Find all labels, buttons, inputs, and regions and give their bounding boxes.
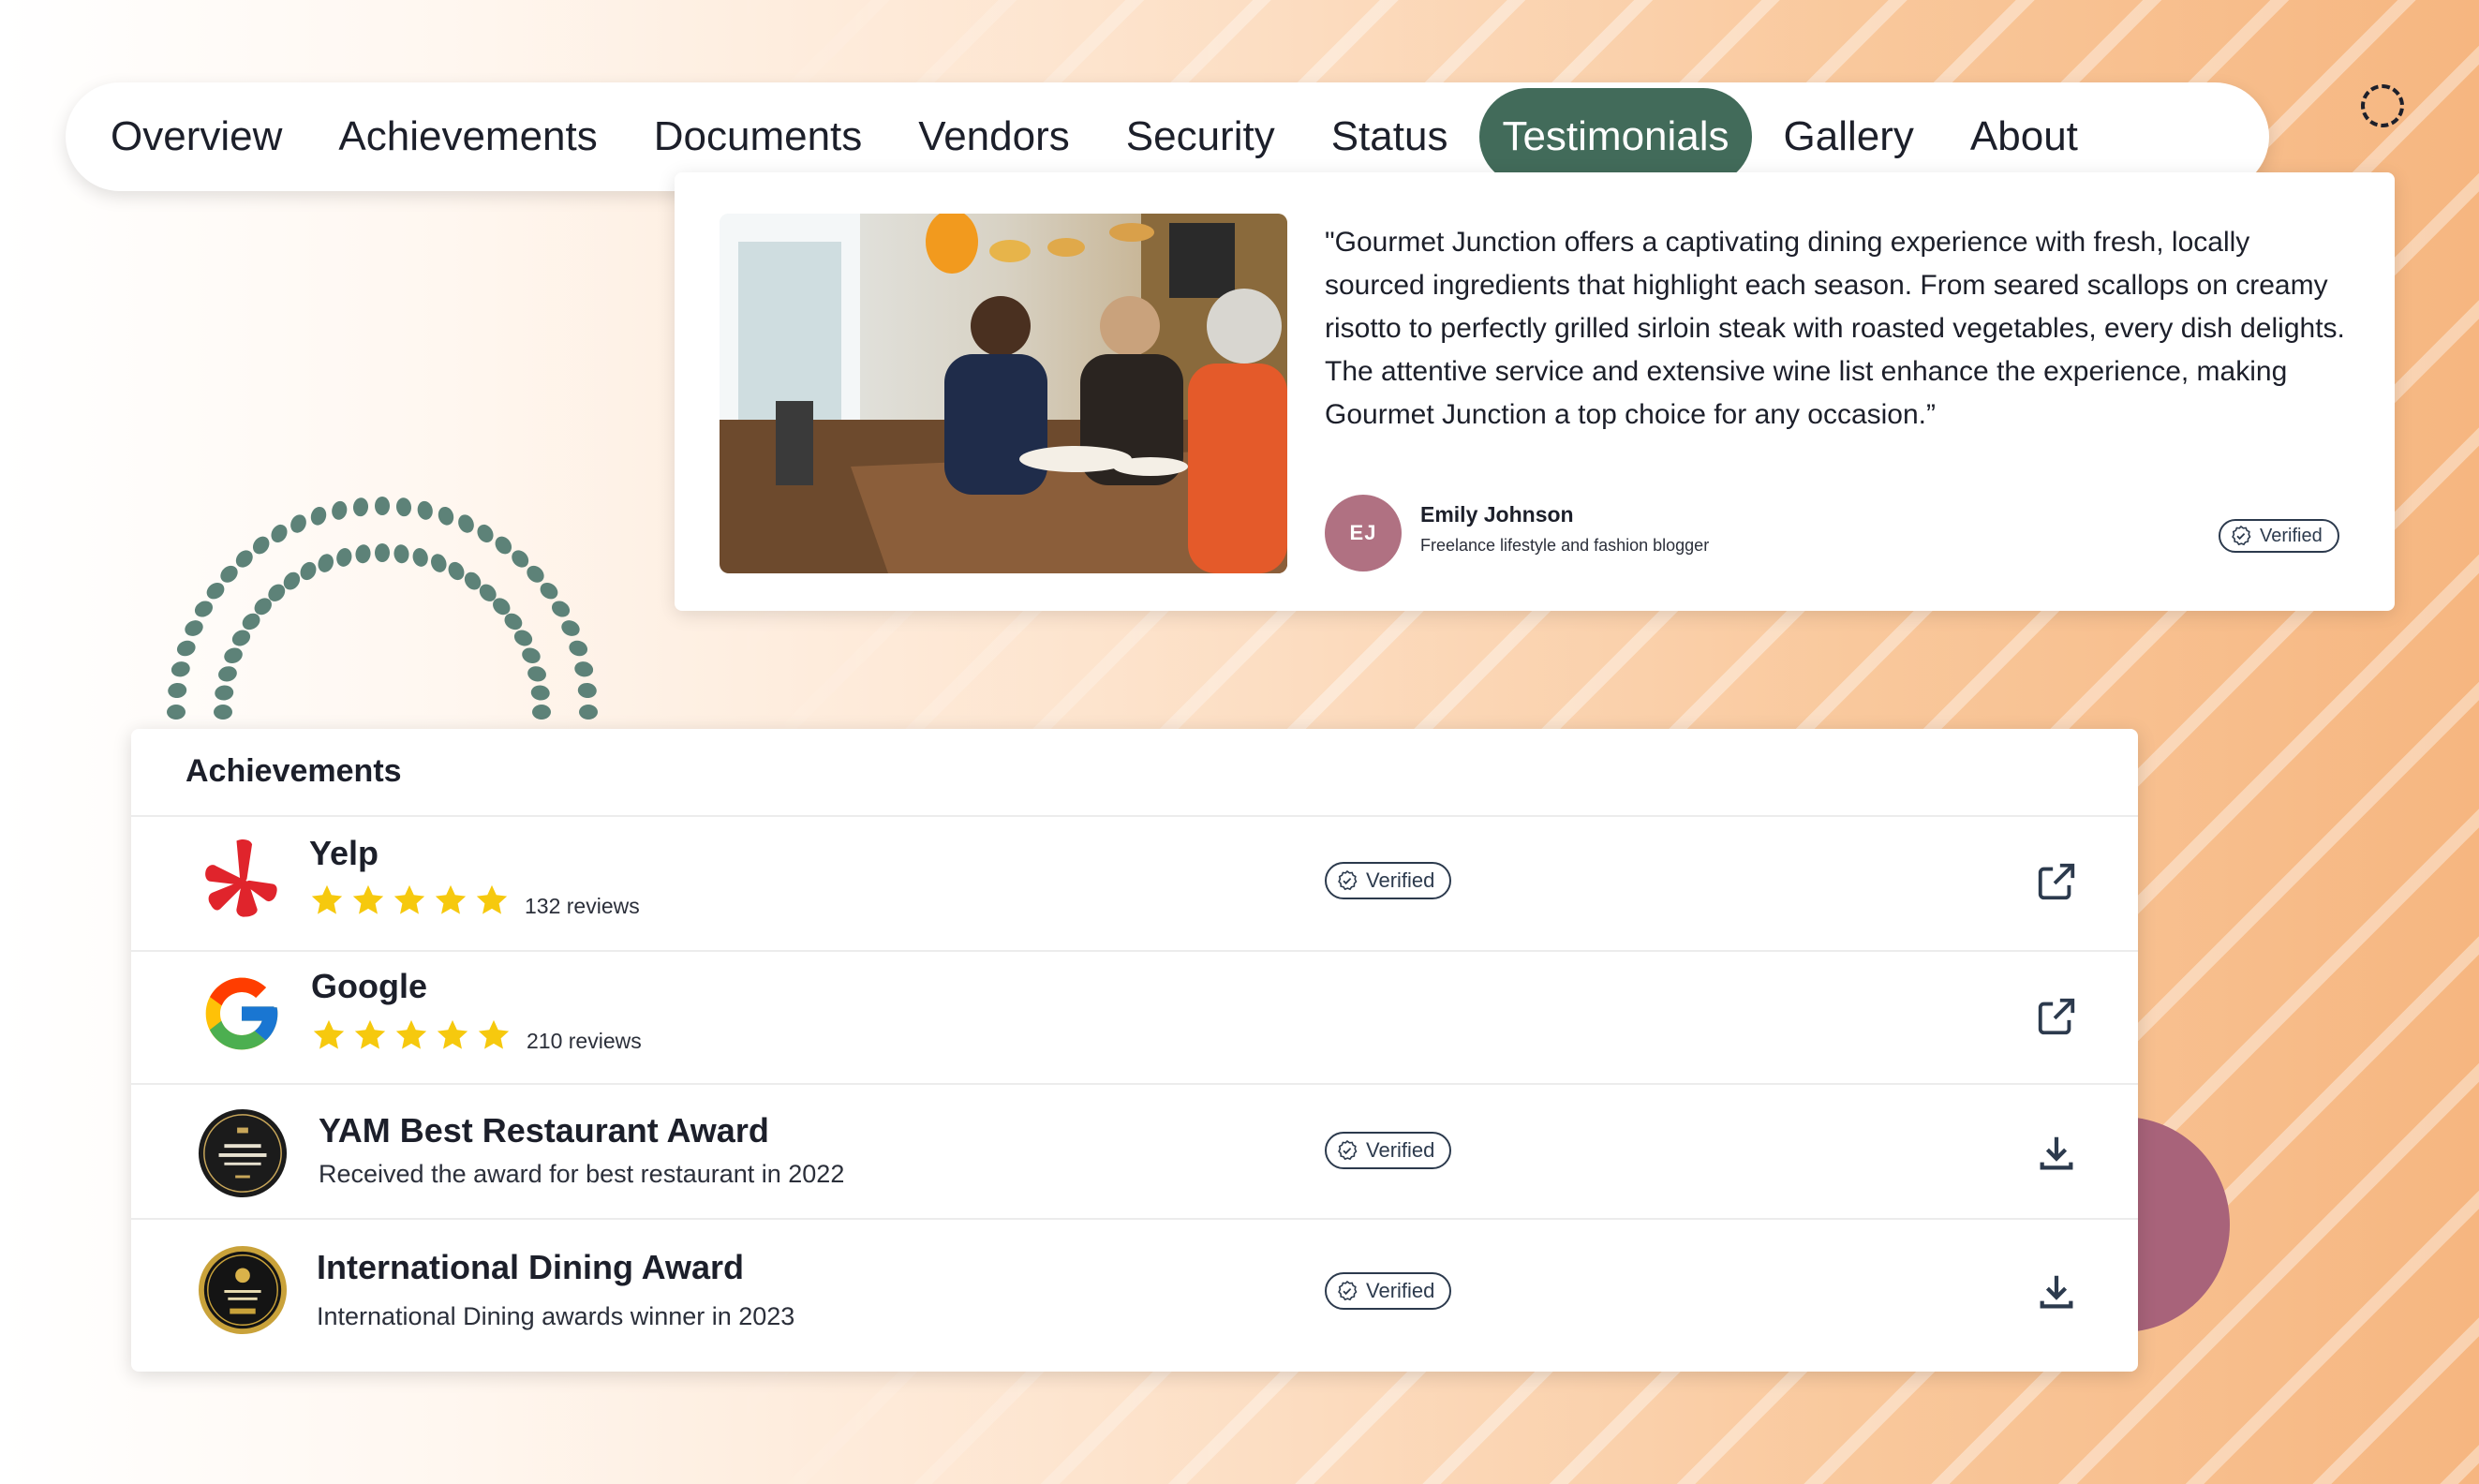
star-icon: [354, 1019, 386, 1049]
external-link-icon[interactable]: [2035, 860, 2078, 903]
tab-achievements[interactable]: Achievements: [314, 88, 621, 186]
verified-check-icon: [1338, 869, 1358, 891]
google-logo: [205, 977, 278, 1050]
star-icon: [476, 884, 508, 914]
decorative-dotted-arc: [167, 497, 598, 720]
achievements-title: Achievements: [186, 753, 402, 789]
star-rating: [311, 1017, 512, 1053]
verified-label: Verified: [1366, 1138, 1435, 1162]
list-item: International Dining Award International…: [131, 1218, 2138, 1373]
achievement-name: Yelp: [309, 834, 379, 872]
tab-overview[interactable]: Overview: [86, 88, 306, 186]
tab-gallery[interactable]: Gallery: [1759, 88, 1938, 186]
loading-spinner-icon: [2361, 84, 2404, 127]
tab-status[interactable]: Status: [1307, 88, 1473, 186]
tab-about[interactable]: About: [1946, 88, 2102, 186]
review-count: 132 reviews: [525, 894, 640, 918]
verified-check-icon: [2232, 525, 2251, 546]
list-item: Yelp 132 reviews Verified: [131, 815, 2138, 952]
star-icon: [313, 1019, 345, 1049]
star-rating: [309, 883, 510, 918]
testimonial-card: "Gourmet Junction offers a captivating d…: [675, 172, 2395, 611]
tab-vendors[interactable]: Vendors: [894, 88, 1093, 186]
achievements-card: Achievements Yelp 132 reviews Verified G…: [131, 729, 2138, 1372]
international-dining-award-badge: [198, 1245, 288, 1335]
testimonial-quote: "Gourmet Junction offers a captivating d…: [1325, 227, 2345, 430]
achievement-name: Google: [311, 967, 427, 1005]
reviewer-role: Freelance lifestyle and fashion blogger: [1420, 536, 1710, 555]
list-item: Google 210 reviews: [131, 950, 2138, 1085]
external-link-icon[interactable]: [2035, 995, 2078, 1038]
verified-badge: Verified: [1325, 862, 1452, 899]
star-icon: [352, 884, 384, 914]
verified-badge: Verified: [1325, 1272, 1452, 1310]
verified-label: Verified: [1366, 868, 1435, 892]
achievement-description: Received the award for best restaurant i…: [319, 1160, 845, 1188]
verified-check-icon: [1338, 1139, 1358, 1161]
list-item: YAM Best Restaurant Award Received the a…: [131, 1083, 2138, 1220]
reviewer-name: Emily Johnson: [1420, 502, 1574, 527]
star-icon: [435, 884, 467, 914]
best-restaurant-award-badge: [198, 1108, 288, 1198]
star-icon: [395, 1019, 427, 1049]
achievement-name: YAM Best Restaurant Award: [319, 1111, 769, 1150]
restaurant-photo: [720, 214, 1287, 573]
download-icon[interactable]: [2035, 1132, 2078, 1175]
star-icon: [393, 884, 425, 914]
verified-label: Verified: [2260, 525, 2323, 546]
achievement-description: International Dining awards winner in 20…: [317, 1302, 795, 1330]
download-icon[interactable]: [2035, 1270, 2078, 1313]
star-icon: [478, 1019, 510, 1049]
tab-security[interactable]: Security: [1102, 88, 1299, 186]
avatar: EJ: [1325, 495, 1402, 571]
tab-testimonials[interactable]: Testimonials: [1479, 88, 1752, 186]
verified-label: Verified: [1366, 1279, 1435, 1302]
verified-check-icon: [1338, 1280, 1358, 1301]
verified-badge: Verified: [2219, 519, 2339, 553]
star-icon: [437, 1019, 468, 1049]
achievement-name: International Dining Award: [317, 1248, 745, 1286]
yelp-logo: [205, 839, 277, 917]
review-count: 210 reviews: [527, 1029, 642, 1053]
tab-documents[interactable]: Documents: [630, 88, 887, 186]
verified-badge: Verified: [1325, 1132, 1452, 1169]
star-icon: [311, 884, 343, 914]
